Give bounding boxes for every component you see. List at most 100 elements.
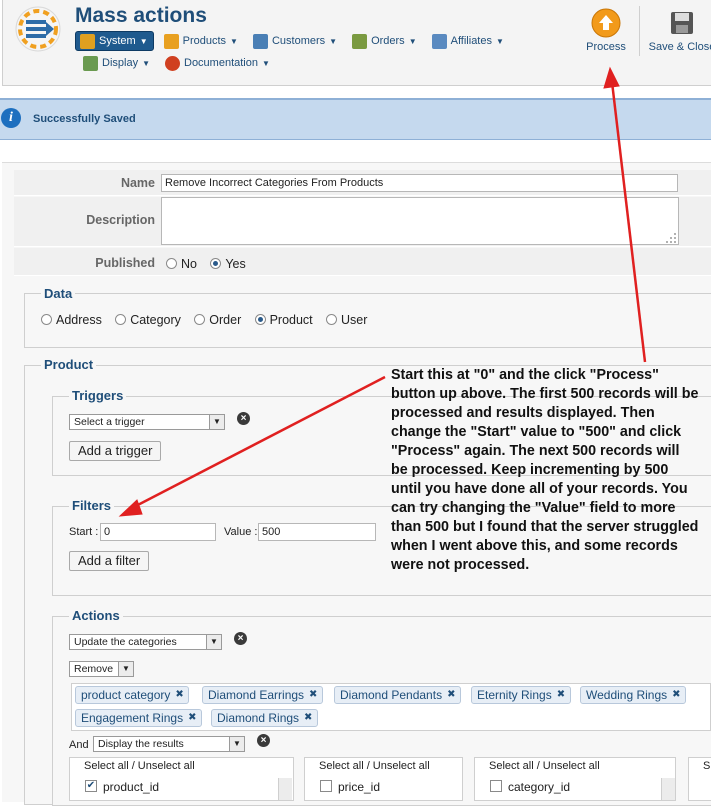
remove-tag-icon[interactable]: ✖ [557,690,567,700]
process-button[interactable]: Process [581,6,631,53]
column-list: Select all / Unselect all ✔ product_id [69,757,294,801]
page-title: Mass actions [75,4,207,27]
remove-tag-icon[interactable]: ✖ [304,713,314,723]
column-list: Select all / Unselect all price_id [304,757,463,801]
published-no-radio[interactable] [166,258,177,270]
menu-products[interactable]: Products ▼ [160,31,243,51]
category-tag[interactable]: Wedding Rings ✖ [580,686,687,704]
published-yes-radio[interactable] [210,258,222,270]
remove-action-icon[interactable]: × [234,632,247,645]
column-list: S [688,757,711,801]
menu-orders[interactable]: Orders ▼ [348,31,422,51]
menu-customers[interactable]: Customers ▼ [249,31,342,51]
remove-display-icon[interactable]: × [257,734,270,747]
remove-trigger-icon[interactable]: × [237,412,250,425]
data-address-label: Address [56,312,102,327]
select-all-toggle[interactable]: Select all / Unselect all [84,760,195,772]
category-tag[interactable]: Diamond Earrings ✖ [202,686,324,704]
remove-tag-icon[interactable]: ✖ [447,690,457,700]
affiliate-icon [431,33,447,49]
select-all-toggle[interactable]: Select all / Unselect all [319,760,430,772]
save-close-button[interactable]: Save & Close [647,6,711,53]
toolbar-divider [639,6,640,56]
menu-system[interactable]: System ▼ [75,31,154,51]
filters-legend: Filters [69,498,115,513]
remove-tag-icon[interactable]: ✖ [309,690,319,700]
menu-label: Products [182,35,227,47]
resize-grip-icon[interactable] [665,232,677,244]
remove-tag-icon[interactable]: ✖ [188,713,198,723]
toolbar-header: Mass actions System ▼ Products ▼ Customers… [2,0,711,86]
published-row: Published No Yes [14,248,711,276]
add-trigger-button[interactable]: Add a trigger [69,441,162,461]
product-legend: Product [41,357,97,372]
display-select-value: Display the results [98,738,184,750]
data-user-radio[interactable] [326,314,338,326]
menu-display[interactable]: Display ▼ [79,53,155,73]
data-legend: Data [41,286,76,301]
chevron-down-icon: ▼ [206,635,221,649]
chevron-down-icon: ▼ [118,662,133,676]
published-radio-group: No Yes [166,256,256,271]
column-checkbox[interactable]: ✔ [85,780,97,792]
data-address-radio[interactable] [41,314,52,326]
scrollbar[interactable] [278,778,292,800]
chevron-down-icon: ▼ [142,58,150,68]
name-field[interactable]: Remove Incorrect Categories From Product… [161,174,678,192]
menu-documentation[interactable]: Documentation ▼ [161,53,275,73]
category-tag[interactable]: Eternity Rings ✖ [471,686,571,704]
column-checkbox[interactable] [320,780,332,792]
data-user-label: User [341,312,368,327]
message-text: Successfully Saved [33,113,136,125]
scrollbar[interactable] [661,778,675,800]
trigger-select[interactable]: Select a trigger ▼ [69,414,225,430]
category-tag[interactable]: Engagement Rings ✖ [75,709,203,727]
tag-label: Engagement Rings [81,711,184,725]
instruction-note: Start this at "0" and the click "Process… [391,367,699,573]
category-tag[interactable]: Diamond Pendants ✖ [334,686,462,704]
action-select[interactable]: Update the categories ▼ [69,634,222,650]
data-category-radio[interactable] [115,314,127,326]
data-order-label: Order [209,312,242,327]
main-menu: System ▼ Products ▼ Customers ▼ Orders ▼ Aff… [75,31,515,51]
chevron-down-icon: ▼ [329,36,338,46]
menu-label: Customers [271,35,326,47]
trigger-select-value: Select a trigger [74,416,145,428]
data-type-radio-group: Address Category Order Product User [41,312,377,327]
data-product-radio[interactable] [254,314,266,326]
tag-label: Diamond Pendants [340,688,443,702]
value-label: Value : [224,526,258,538]
mode-select[interactable]: Remove ▼ [69,661,134,677]
category-tag[interactable]: product category ✖ [75,686,190,704]
add-filter-button[interactable]: Add a filter [69,551,150,571]
column-checkbox[interactable] [490,780,502,792]
published-no-label: No [181,256,197,271]
category-tag[interactable]: Diamond Rings ✖ [211,709,319,727]
data-order-radio[interactable] [194,314,206,326]
menu-affiliates[interactable]: Affiliates ▼ [428,31,509,51]
display-select[interactable]: Display the results ▼ [93,736,245,752]
tag-label: Diamond Earrings [208,688,305,702]
process-label: Process [586,41,626,53]
mass-actions-logo-icon [15,6,61,52]
select-all-toggle[interactable]: S [703,760,710,772]
description-field[interactable] [161,197,679,245]
tag-label: Eternity Rings [477,688,552,702]
triggers-legend: Triggers [69,388,127,403]
remove-tag-icon[interactable]: ✖ [672,690,682,700]
chevron-down-icon: ▼ [139,36,148,46]
start-field[interactable]: 0 [100,523,216,541]
tools-icon [80,33,95,49]
chevron-down-icon: ▼ [230,36,238,46]
value-field[interactable]: 500 [258,523,376,541]
select-all-toggle[interactable]: Select all / Unselect all [489,760,600,772]
success-message: i Successfully Saved [0,98,711,140]
chevron-down-icon: ▼ [229,737,244,751]
info-icon: i [1,108,21,128]
menu-label: Display [102,57,139,69]
save-disk-icon [671,12,693,34]
menu-label: Affiliates [450,35,492,47]
remove-tag-icon[interactable]: ✖ [175,690,185,700]
secondary-menu: Display ▼ Documentation ▼ [79,53,281,73]
mode-select-value: Remove [74,663,114,675]
